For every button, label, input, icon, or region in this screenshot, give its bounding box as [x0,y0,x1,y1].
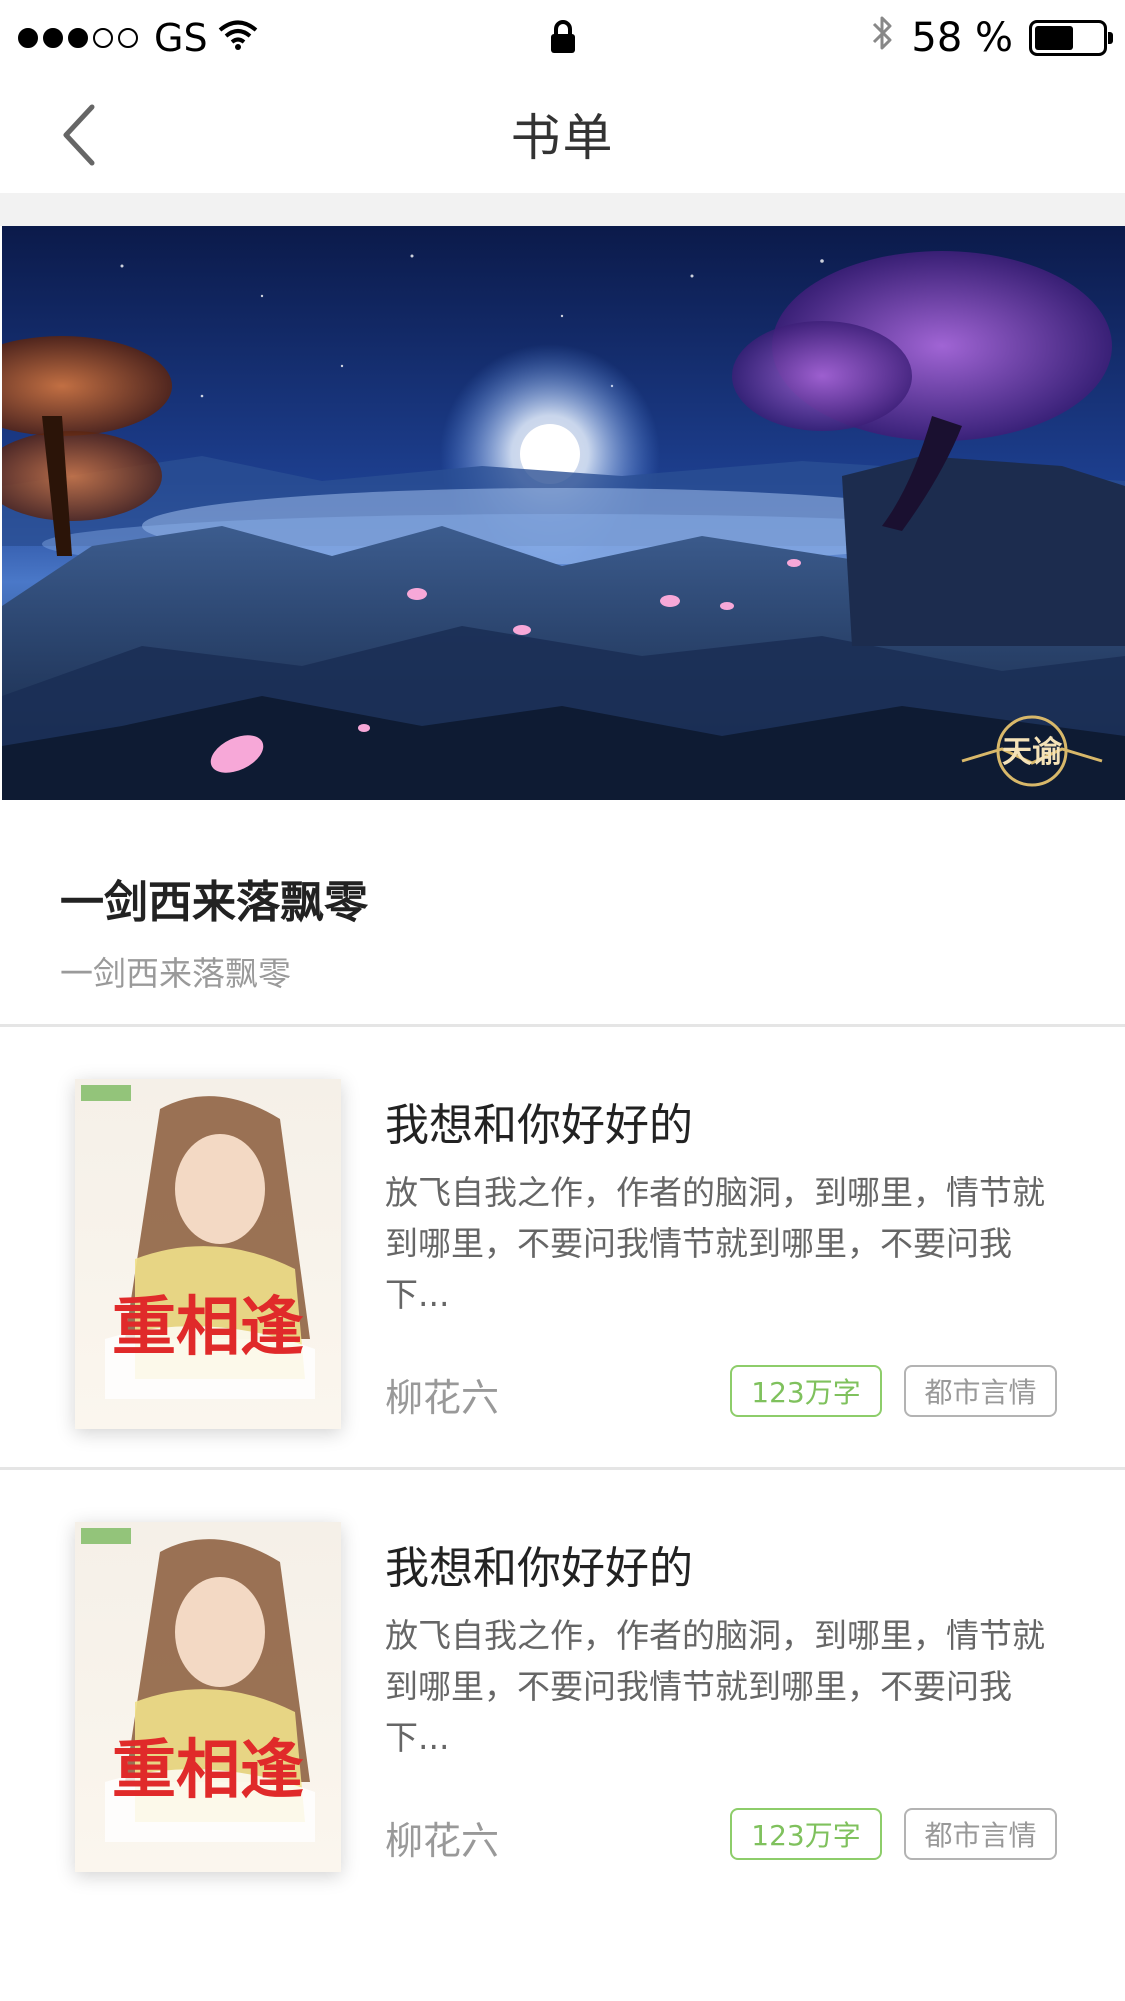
status-bar: GS 58 % [0,0,1125,75]
nav-bar: 书单 [0,75,1125,193]
book-title[interactable]: 我想和你好好的 [385,1532,693,1596]
chevron-left-icon [63,104,95,166]
book-list-title: 一剑西来落飘零 [60,877,368,928]
signal-dots-icon [18,27,138,48]
bluetooth-icon [871,14,895,62]
book-description: 放飞自我之作，作者的脑洞，到哪里，情节就到哪里，不要问我情节就到哪里，不要问我下… [385,1616,1045,1757]
banner-watermark: 天谕 [1002,735,1063,770]
carrier-name: GS [154,15,208,60]
book-title[interactable]: 我想和你好好的 [385,1089,693,1153]
battery-fill [1035,25,1074,50]
lock-icon [550,18,576,64]
svg-text:重相逢: 重相逢 [112,1733,304,1808]
book-description: 放飞自我之作，作者的脑洞，到哪里，情节就到哪里，不要问我情节就到哪里，不要问我下… [385,1173,1045,1314]
book-item[interactable]: 重相逢 我想和你好好的 放飞自我之作，作者的脑洞，到哪里，情节就到哪里，不要问我… [0,1027,1125,1467]
genre-tag: 都市言情 [904,1808,1057,1860]
book-cover[interactable]: 重相逢 [75,1079,341,1429]
wifi-icon [218,15,258,61]
battery-icon [1029,19,1113,56]
page-title: 书单 [510,109,615,167]
header-separator [0,193,1125,226]
word-count-tag: 123万字 [730,1365,882,1417]
book-author: 柳花六 [385,1376,500,1420]
book-cover[interactable]: 重相逢 [75,1522,341,1872]
genre-tag: 都市言情 [904,1365,1057,1417]
word-count-tag: 123万字 [730,1808,882,1860]
battery-percent: 58 % [911,14,1013,61]
book-item[interactable]: 重相逢 我想和你好好的 放飞自我之作，作者的脑洞，到哪里，情节就到哪里，不要问我… [0,1470,1125,1910]
svg-text:重相逢: 重相逢 [112,1290,304,1365]
back-button[interactable] [45,97,115,173]
status-left: GS [18,15,258,61]
status-right: 58 % [871,14,1113,62]
book-author: 柳花六 [385,1819,500,1863]
banner-image[interactable]: 天谕 [2,226,1125,800]
book-list-subtitle: 一剑西来落飘零 [60,954,291,993]
